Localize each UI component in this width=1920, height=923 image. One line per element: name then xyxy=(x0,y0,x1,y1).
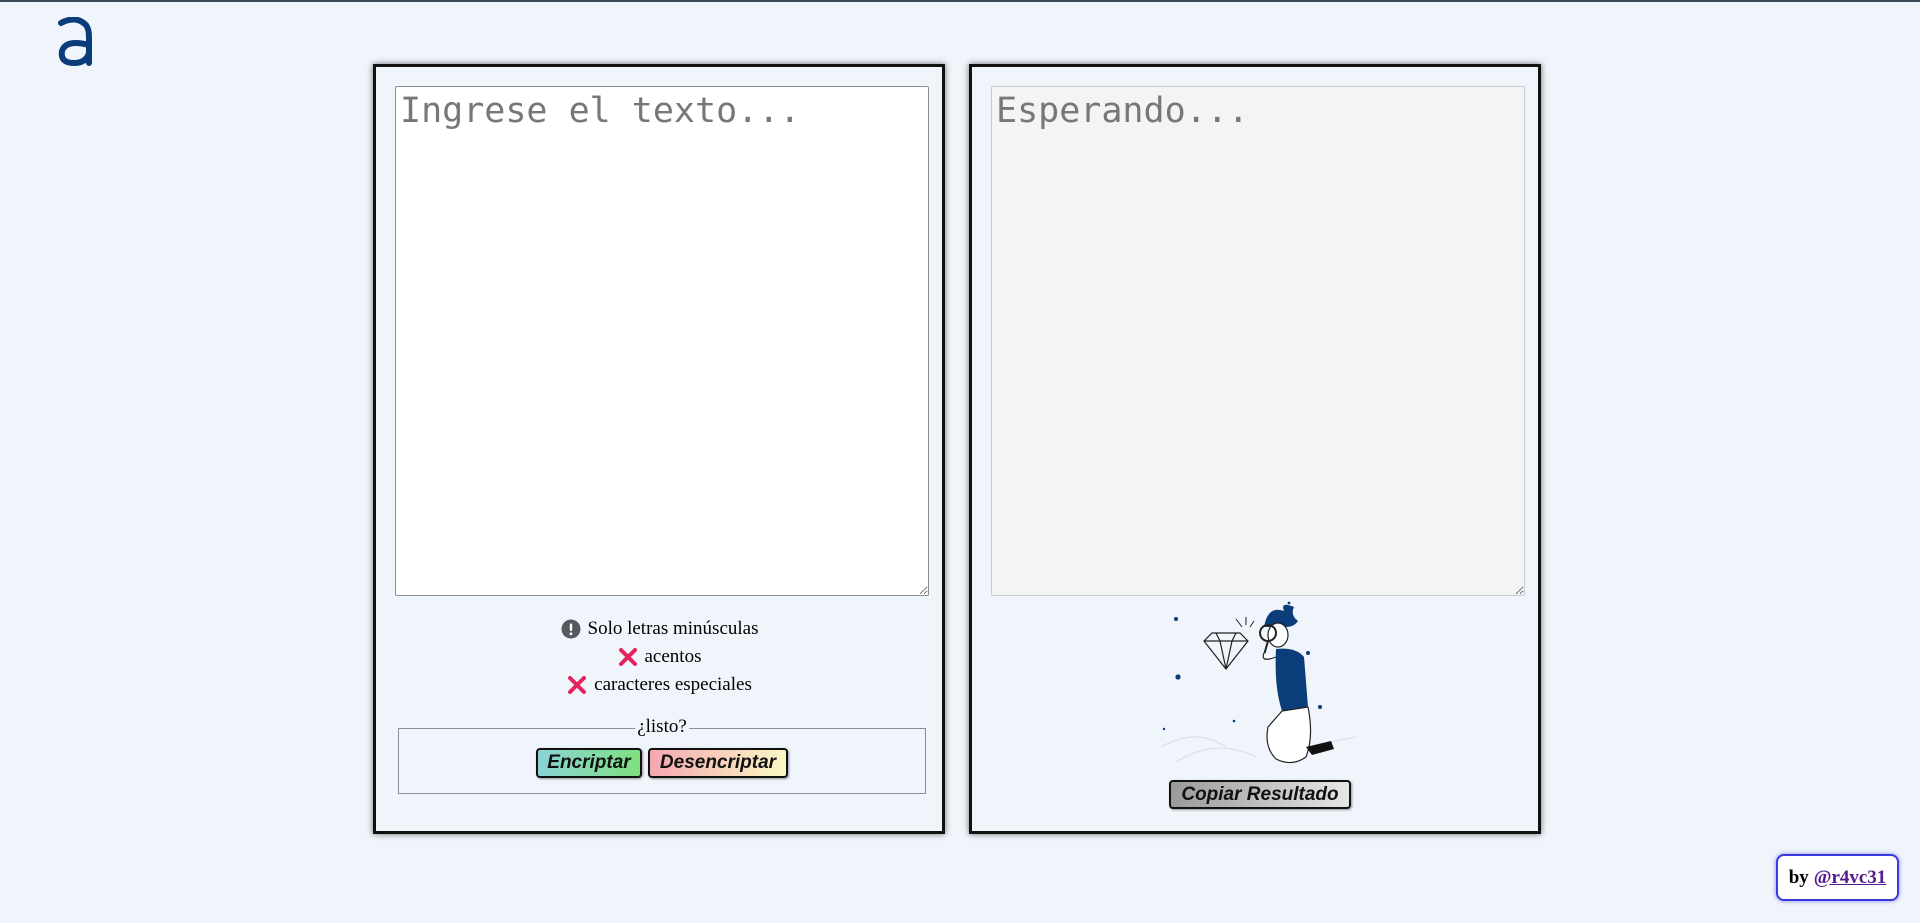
output-textarea[interactable] xyxy=(991,86,1525,596)
author-link[interactable]: @r4vc31 xyxy=(1814,867,1887,889)
encrypt-button[interactable]: Encriptar xyxy=(536,748,642,778)
decrypt-button[interactable]: Desencriptar xyxy=(648,748,788,778)
rules-list: Solo letras minúsculas acentos caractere… xyxy=(376,615,942,699)
author-credit: by @r4vc31 xyxy=(1776,854,1899,901)
x-icon xyxy=(617,646,639,668)
top-border xyxy=(0,0,1920,2)
rule-special-chars-text: caracteres especiales xyxy=(594,674,752,695)
actions-fieldset: ¿listo? Encriptar Desencriptar xyxy=(398,716,926,794)
rule-accents: acentos xyxy=(376,643,942,671)
input-panel: Solo letras minúsculas acentos caractere… xyxy=(373,64,945,834)
rule-lowercase: Solo letras minúsculas xyxy=(376,615,942,643)
rule-lowercase-text: Solo letras minúsculas xyxy=(587,618,759,639)
alura-logo xyxy=(58,17,92,67)
input-textarea[interactable] xyxy=(395,86,929,596)
actions-legend: ¿listo? xyxy=(635,716,689,738)
info-circle-icon xyxy=(560,618,582,640)
rule-accents-text: acentos xyxy=(644,646,702,667)
copy-result-button[interactable]: Copiar Resultado xyxy=(1169,780,1351,809)
x-icon xyxy=(566,674,588,696)
rule-special-chars: caracteres especiales xyxy=(376,671,942,699)
search-illustration xyxy=(1160,601,1357,764)
credit-prefix: by xyxy=(1788,866,1809,888)
output-panel: Copiar Resultado xyxy=(969,64,1541,834)
actions-button-row: Encriptar Desencriptar xyxy=(399,748,925,778)
